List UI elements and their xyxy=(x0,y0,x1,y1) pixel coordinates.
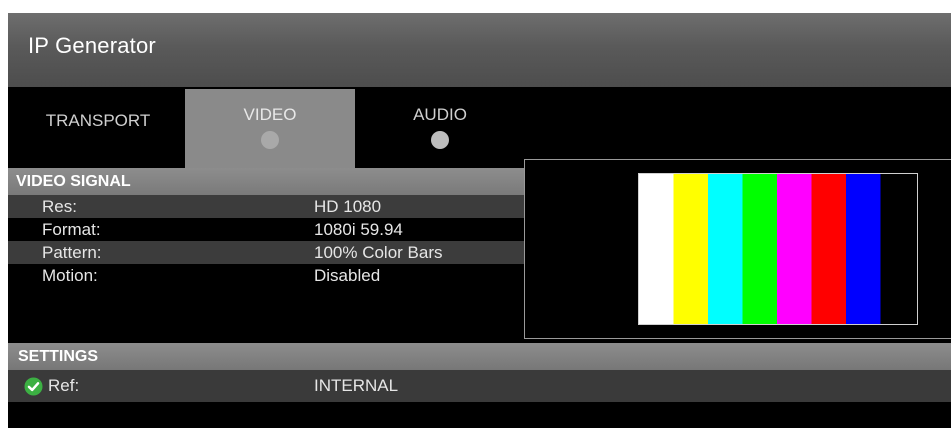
tab-audio[interactable]: AUDIO xyxy=(355,89,525,169)
pattern-value: 100% Color Bars xyxy=(314,243,443,262)
video-signal-panel: VIDEO SIGNAL Res: HD 1080 Format: 1080i … xyxy=(8,168,524,343)
color-bar xyxy=(708,174,743,324)
title-bar: IP Generator xyxy=(8,13,951,87)
res-label: Res: xyxy=(42,197,77,216)
motion-row[interactable]: Motion: Disabled xyxy=(8,264,524,287)
color-bar xyxy=(673,174,709,324)
tab-bar: TRANSPORT VIDEO AUDIO xyxy=(8,89,951,169)
ref-value: INTERNAL xyxy=(314,376,399,395)
color-bars-frame xyxy=(638,173,918,325)
ip-generator-window: IP Generator TRANSPORT VIDEO AUDIO VIDEO… xyxy=(8,13,951,428)
pattern-preview xyxy=(524,159,951,339)
ref-label: Ref: xyxy=(48,376,80,395)
format-row[interactable]: Format: 1080i 59.94 xyxy=(8,218,524,241)
motion-label: Motion: xyxy=(42,266,98,285)
tab-video[interactable]: VIDEO xyxy=(185,89,355,169)
settings-header: SETTINGS xyxy=(8,343,951,370)
check-circle-icon xyxy=(24,377,43,396)
color-bar xyxy=(639,174,674,324)
format-value: 1080i 59.94 xyxy=(314,220,403,239)
color-bar xyxy=(846,174,881,324)
color-bars-image xyxy=(639,174,916,324)
res-value: HD 1080 xyxy=(314,197,382,216)
settings-panel: SETTINGS Ref: INTERNAL xyxy=(8,343,951,428)
tab-transport-label: TRANSPORT xyxy=(45,111,151,130)
tab-transport[interactable]: TRANSPORT xyxy=(18,89,178,169)
color-bar xyxy=(742,174,778,324)
ref-row[interactable]: Ref: INTERNAL xyxy=(8,370,951,402)
video-signal-header: VIDEO SIGNAL xyxy=(8,168,524,195)
motion-value: Disabled xyxy=(314,266,381,285)
video-status-indicator-icon xyxy=(261,131,279,149)
color-bar xyxy=(811,174,847,324)
audio-status-indicator-icon xyxy=(431,131,449,149)
color-bar xyxy=(880,174,916,324)
pattern-label: Pattern: xyxy=(42,243,102,262)
color-bar xyxy=(777,174,812,324)
tab-audio-label: AUDIO xyxy=(413,105,467,124)
window-title: IP Generator xyxy=(28,33,156,58)
format-label: Format: xyxy=(42,220,101,239)
res-row[interactable]: Res: HD 1080 xyxy=(8,195,524,218)
tab-video-label: VIDEO xyxy=(243,105,297,124)
pattern-row[interactable]: Pattern: 100% Color Bars xyxy=(8,241,524,264)
